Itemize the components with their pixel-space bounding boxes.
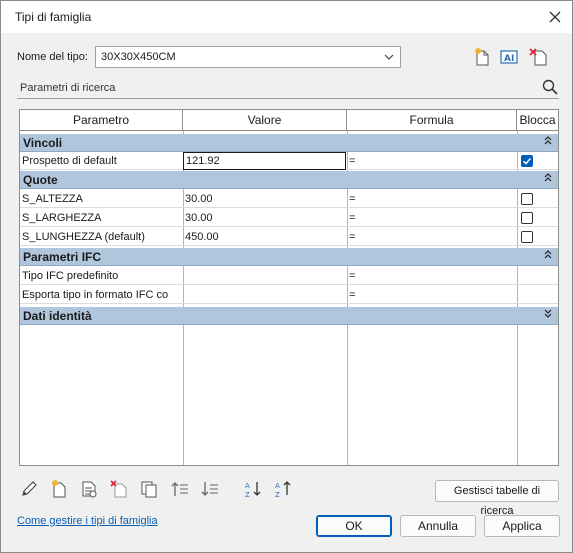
delete-parameter-icon [110, 480, 127, 498]
delete-type-button[interactable] [527, 46, 549, 68]
param-name: Tipo IFC predefinito [22, 270, 119, 282]
delete-parameter-button[interactable] [109, 479, 129, 499]
new-parameter-button[interactable] [49, 479, 69, 499]
sort-descending-icon: AZ [275, 481, 291, 499]
param-value[interactable]: 121.92 [184, 152, 344, 170]
param-formula[interactable]: = [347, 267, 517, 285]
header-formula[interactable]: Formula [347, 110, 517, 130]
group-parametri-ifc[interactable]: Parametri IFC [20, 248, 558, 266]
group-label: Dati identità [23, 309, 92, 323]
type-name-value: 30X30X450CM [101, 51, 176, 63]
table-row[interactable]: S_ALTEZZA 30.00 = [20, 190, 558, 208]
expand-icon [544, 309, 552, 318]
check-icon [522, 158, 532, 165]
param-value[interactable] [183, 267, 347, 285]
type-name-dropdown[interactable]: 30X30X450CM [95, 46, 401, 68]
param-formula[interactable]: = [347, 209, 517, 227]
window-title: Tipi di famiglia [15, 10, 92, 24]
svg-text:Z: Z [275, 491, 280, 499]
search-icon[interactable] [542, 79, 558, 95]
svg-text:A: A [275, 482, 280, 490]
rename-icon: AI [500, 50, 518, 64]
group-label: Vincoli [23, 136, 63, 150]
param-name: Prospetto di default [22, 155, 117, 167]
param-formula[interactable]: = [347, 152, 517, 170]
cancel-button[interactable]: Annulla [400, 515, 476, 537]
param-name: S_LUNGHEZZA (default) [22, 231, 145, 243]
new-parameter-icon [52, 480, 66, 498]
param-name: Esporta tipo in formato IFC co [22, 289, 169, 301]
param-value[interactable] [183, 286, 347, 304]
table-row[interactable]: Esporta tipo in formato IFC co = [20, 286, 558, 304]
param-formula[interactable]: = [347, 286, 517, 304]
sort-descending-button[interactable]: AZ [274, 479, 294, 499]
param-name: S_LARGHEZZA [22, 212, 102, 224]
apply-button[interactable]: Applica [484, 515, 560, 537]
type-name-label: Nome del tipo: [17, 51, 88, 63]
copy-parameter-button[interactable] [139, 479, 159, 499]
header-blocca[interactable]: Blocca [517, 110, 558, 130]
svg-text:Z: Z [245, 491, 250, 499]
lock-checkbox[interactable] [521, 231, 533, 243]
table-row[interactable]: S_LARGHEZZA 30.00 = [20, 209, 558, 227]
collapse-icon [544, 173, 552, 182]
family-types-dialog: Tipi di famiglia Nome del tipo: 30X30X45… [0, 0, 573, 553]
close-icon [549, 11, 561, 23]
close-button[interactable] [541, 5, 569, 29]
svg-text:A: A [245, 482, 250, 490]
value-edit-field[interactable]: 121.92 [183, 152, 346, 170]
move-down-button[interactable] [200, 479, 220, 499]
header-parametro[interactable]: Parametro [20, 110, 183, 130]
manage-parameter-button[interactable] [79, 479, 99, 499]
move-up-button[interactable] [170, 479, 190, 499]
param-value[interactable]: 450.00 [183, 228, 347, 246]
delete-type-icon [529, 48, 547, 66]
parameters-table: Parametro Valore Formula Blocca Vincoli … [19, 109, 559, 466]
move-down-icon [201, 482, 218, 496]
group-quote[interactable]: Quote [20, 171, 558, 189]
lock-checkbox[interactable] [521, 155, 533, 167]
help-link[interactable]: Come gestire i tipi di famiglia [17, 515, 158, 527]
param-name: S_ALTEZZA [22, 193, 83, 205]
param-value[interactable]: 30.00 [183, 190, 347, 208]
lock-checkbox[interactable] [521, 212, 533, 224]
group-label: Parametri IFC [23, 250, 102, 264]
copy-icon [141, 481, 157, 498]
table-row[interactable]: Tipo IFC predefinito = [20, 267, 558, 285]
group-vincoli[interactable]: Vincoli [20, 134, 558, 152]
table-header: Parametro Valore Formula Blocca [20, 110, 558, 131]
document-list-icon [82, 481, 97, 498]
collapse-icon [544, 136, 552, 145]
title-bar: Tipi di famiglia [1, 1, 572, 33]
new-type-icon [475, 48, 489, 66]
chevron-down-icon [384, 54, 394, 60]
param-value[interactable]: 30.00 [183, 209, 347, 227]
search-parameters-input[interactable]: Parametri di ricerca [17, 79, 559, 99]
new-type-button[interactable] [471, 46, 493, 68]
rename-type-button[interactable]: AI [498, 46, 520, 68]
edit-parameter-button[interactable] [19, 479, 39, 499]
collapse-icon [544, 250, 552, 259]
group-label: Quote [23, 173, 58, 187]
pencil-icon [22, 481, 37, 496]
sort-ascending-button[interactable]: AZ [244, 479, 264, 499]
lock-checkbox[interactable] [521, 193, 533, 205]
svg-text:AI: AI [504, 54, 514, 64]
group-dati-identita[interactable]: Dati identità [20, 307, 558, 325]
param-formula[interactable]: = [347, 228, 517, 246]
ok-button[interactable]: OK [316, 515, 392, 537]
move-up-icon [171, 482, 188, 496]
search-placeholder: Parametri di ricerca [20, 82, 116, 94]
manage-lookup-tables-button[interactable]: Gestisci tabelle di ricerca [435, 480, 559, 517]
param-formula[interactable]: = [347, 190, 517, 208]
sort-ascending-icon: AZ [245, 482, 261, 499]
table-row[interactable]: Prospetto di default 121.92 = [20, 152, 558, 170]
header-valore[interactable]: Valore [183, 110, 347, 130]
table-row[interactable]: S_LUNGHEZZA (default) 450.00 = [20, 228, 558, 246]
